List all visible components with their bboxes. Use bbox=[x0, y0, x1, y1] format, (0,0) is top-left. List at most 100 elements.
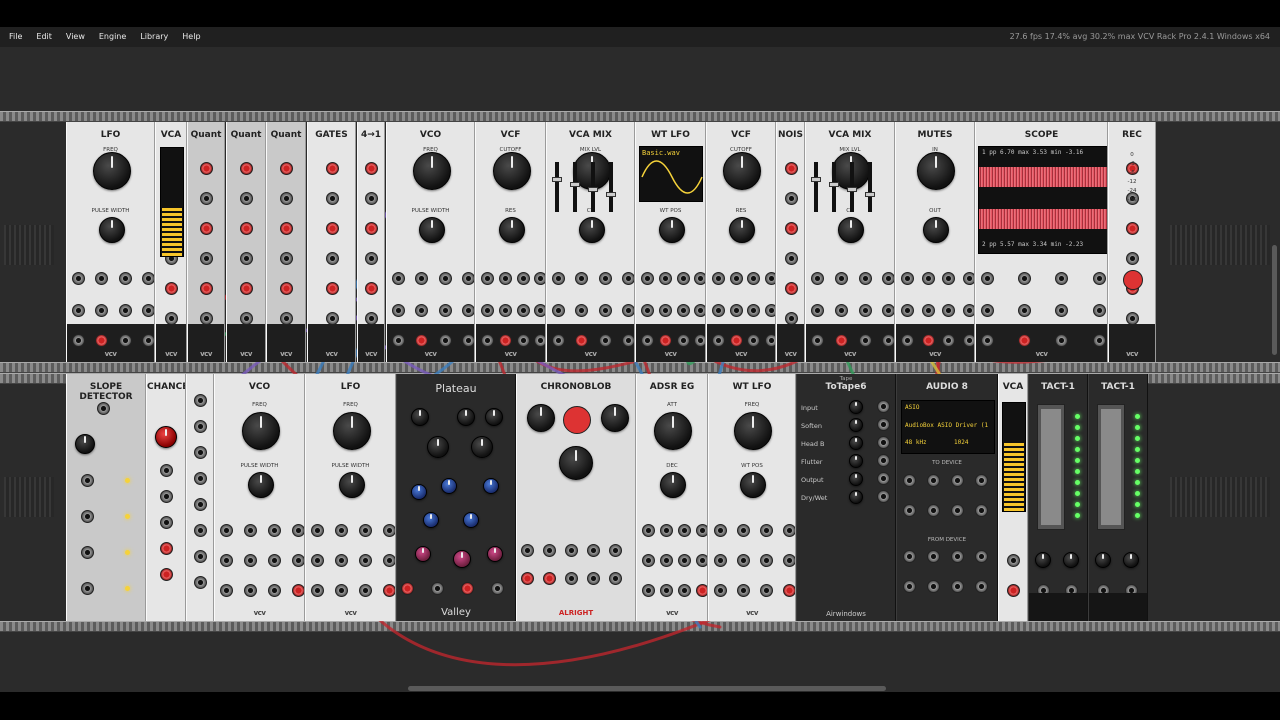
jack-port[interactable] bbox=[280, 162, 293, 175]
jack-port[interactable] bbox=[676, 304, 690, 317]
jack-port[interactable] bbox=[240, 282, 253, 295]
jack-port[interactable] bbox=[81, 510, 94, 523]
knob[interactable] bbox=[92, 152, 131, 190]
jack-port[interactable] bbox=[877, 418, 890, 431]
jack-port[interactable] bbox=[962, 334, 974, 347]
jack-port[interactable] bbox=[72, 272, 85, 285]
jack-port[interactable] bbox=[552, 272, 565, 285]
jack-port[interactable] bbox=[194, 524, 207, 537]
jack-port[interactable] bbox=[516, 272, 530, 285]
jack-port[interactable] bbox=[534, 334, 545, 347]
jack-port[interactable] bbox=[598, 334, 612, 347]
jack-port[interactable] bbox=[737, 584, 751, 597]
knob[interactable] bbox=[338, 472, 365, 498]
jack-port[interactable] bbox=[1007, 554, 1020, 567]
jack-port[interactable] bbox=[95, 304, 109, 317]
knob[interactable] bbox=[423, 512, 439, 528]
jack-port[interactable] bbox=[1055, 272, 1069, 285]
module-tact-1[interactable]: TACT-1 bbox=[1088, 374, 1148, 621]
jack-port[interactable] bbox=[325, 312, 339, 325]
jack-port[interactable] bbox=[200, 222, 213, 235]
module-lfo[interactable]: LFO FREQ PULSE WIDTH vcv bbox=[66, 122, 155, 362]
jack-port[interactable] bbox=[280, 222, 293, 235]
jack-port[interactable] bbox=[438, 334, 452, 347]
jack-port[interactable] bbox=[981, 272, 994, 285]
jack-port[interactable] bbox=[882, 304, 894, 317]
jack-port[interactable] bbox=[660, 554, 674, 567]
module-vca-mix[interactable]: VCA MIXMIX LVLCVvcv bbox=[805, 122, 895, 362]
jack-port[interactable] bbox=[244, 524, 258, 537]
jack-port[interactable] bbox=[942, 304, 956, 317]
jack-port[interactable] bbox=[858, 272, 872, 285]
jack-port[interactable] bbox=[160, 464, 173, 477]
record-button[interactable] bbox=[1123, 270, 1143, 290]
fader[interactable] bbox=[811, 162, 821, 212]
jack-port[interactable] bbox=[325, 162, 339, 175]
fader-cap[interactable] bbox=[829, 182, 839, 187]
module-quant[interactable]: Quant vcv bbox=[266, 122, 306, 362]
jack-port[interactable] bbox=[244, 584, 258, 597]
jack-port[interactable] bbox=[903, 550, 916, 563]
jack-port[interactable] bbox=[676, 272, 690, 285]
jack-port[interactable] bbox=[462, 304, 474, 317]
horizontal-scrollbar[interactable] bbox=[408, 686, 886, 691]
jack-port[interactable] bbox=[81, 582, 94, 595]
knob[interactable] bbox=[155, 426, 177, 448]
module-vcf[interactable]: VCF CUTOFF RES vcv bbox=[475, 122, 546, 362]
knob[interactable] bbox=[463, 512, 479, 528]
jack-port[interactable] bbox=[641, 334, 654, 347]
jack-port[interactable] bbox=[784, 282, 798, 295]
knob[interactable] bbox=[1095, 552, 1111, 568]
jack-port[interactable] bbox=[160, 490, 173, 503]
jack-port[interactable] bbox=[729, 334, 743, 347]
jack-port[interactable] bbox=[220, 584, 233, 597]
knob[interactable] bbox=[740, 472, 766, 498]
knob[interactable] bbox=[849, 472, 863, 486]
jack-port[interactable] bbox=[877, 490, 890, 503]
knob[interactable] bbox=[849, 400, 863, 414]
jack-port[interactable] bbox=[764, 334, 775, 347]
jack-port[interactable] bbox=[543, 572, 556, 585]
jack-port[interactable] bbox=[359, 524, 373, 537]
jack-port[interactable] bbox=[694, 304, 705, 317]
jack-port[interactable] bbox=[729, 304, 743, 317]
module-audio-8[interactable]: AUDIO 8 ASIO AudioBox ASIO Driver (1 48 kHz… bbox=[896, 374, 998, 621]
jack-port[interactable] bbox=[714, 524, 727, 537]
module-nois[interactable]: NOIS vcv bbox=[776, 122, 805, 362]
module-totape6[interactable]: ToTape6 Tape Input Soften Head B Flutter Outpu… bbox=[796, 374, 896, 621]
menu-engine[interactable]: Engine bbox=[92, 27, 133, 47]
jack-port[interactable] bbox=[383, 584, 395, 597]
jack-port[interactable] bbox=[975, 550, 988, 563]
jack-port[interactable] bbox=[565, 544, 578, 557]
jack-port[interactable] bbox=[678, 524, 692, 537]
knob[interactable] bbox=[412, 152, 451, 190]
jack-port[interactable] bbox=[714, 584, 727, 597]
jack-port[interactable] bbox=[280, 192, 293, 205]
jack-port[interactable] bbox=[658, 272, 672, 285]
jack-port[interactable] bbox=[696, 584, 707, 597]
jack-port[interactable] bbox=[142, 334, 154, 347]
jack-port[interactable] bbox=[783, 554, 795, 567]
jack-port[interactable] bbox=[1018, 272, 1032, 285]
knob[interactable] bbox=[849, 436, 863, 450]
menu-view[interactable]: View bbox=[59, 27, 92, 47]
jack-port[interactable] bbox=[415, 272, 429, 285]
jack-port[interactable] bbox=[365, 192, 378, 205]
menu-file[interactable]: File bbox=[0, 27, 29, 47]
jack-port[interactable] bbox=[641, 304, 654, 317]
vertical-scrollbar[interactable] bbox=[1272, 245, 1277, 355]
jack-port[interactable] bbox=[194, 420, 207, 433]
knob[interactable] bbox=[498, 217, 525, 243]
jack-port[interactable] bbox=[165, 282, 178, 295]
tact-slider[interactable] bbox=[1037, 404, 1065, 530]
knob[interactable] bbox=[1035, 552, 1051, 568]
jack-port[interactable] bbox=[1007, 584, 1020, 597]
jack-port[interactable] bbox=[552, 334, 565, 347]
jack-port[interactable] bbox=[858, 334, 872, 347]
jack-port[interactable] bbox=[747, 334, 760, 347]
module-wt-lfo[interactable]: WT LFOFREQWT POSvcvBasic.wav bbox=[635, 122, 706, 362]
jack-port[interactable] bbox=[118, 272, 132, 285]
fader-cap[interactable] bbox=[588, 187, 598, 192]
jack-port[interactable] bbox=[784, 192, 798, 205]
jack-port[interactable] bbox=[1126, 252, 1139, 265]
